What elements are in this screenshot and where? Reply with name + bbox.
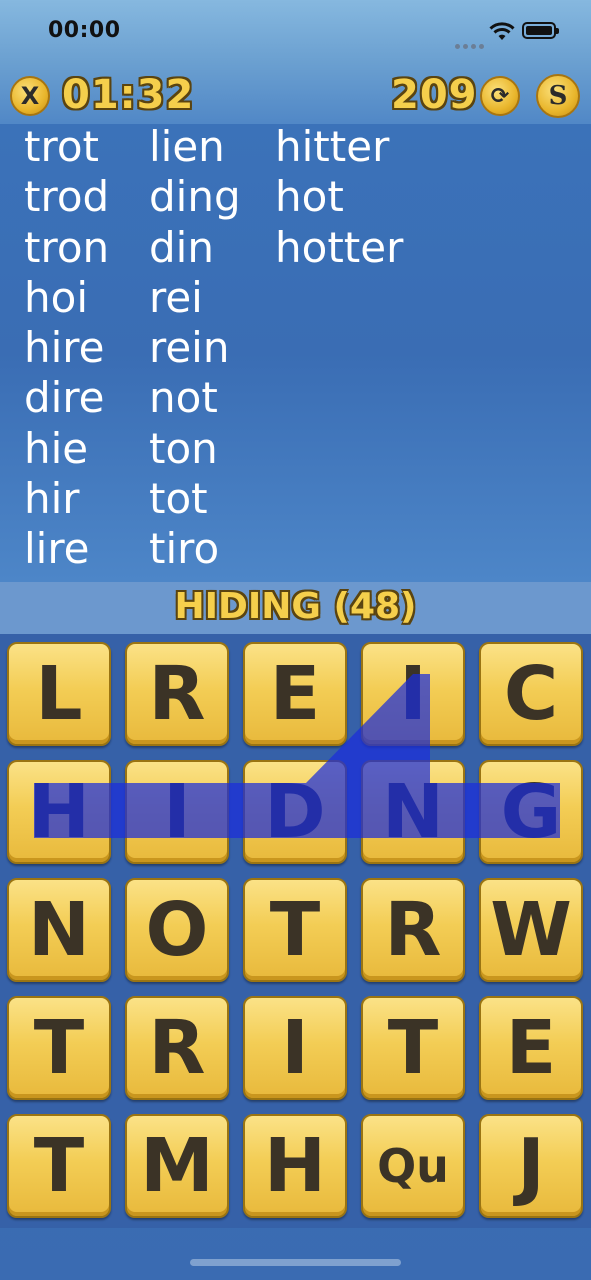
found-word: hot — [275, 172, 344, 222]
letter-tile[interactable]: T — [243, 878, 347, 982]
score: 209 — [391, 72, 478, 118]
found-word: rein — [149, 323, 230, 373]
letter-tile[interactable]: D — [243, 760, 347, 864]
letter-tile[interactable]: L — [7, 642, 111, 746]
letter-tile[interactable]: T — [7, 1114, 111, 1218]
letter-tile[interactable]: C — [479, 642, 583, 746]
found-word: ding — [149, 172, 241, 222]
found-word: hire — [24, 323, 105, 373]
game-hud: X 01:32 209 ⟳ S — [0, 68, 591, 124]
timer: 01:32 — [62, 72, 195, 118]
found-word: lien — [149, 122, 225, 171]
shuffle-icon: ⟳ — [490, 83, 510, 109]
letter-tile[interactable]: G — [479, 760, 583, 864]
shuffle-button[interactable]: ⟳ — [480, 76, 520, 116]
letter-tile[interactable]: R — [125, 996, 229, 1100]
found-word: lire — [24, 524, 90, 574]
letter-tile[interactable]: N — [361, 760, 465, 864]
letter-tile[interactable]: J — [479, 1114, 583, 1218]
status-bar: 00:00 — [0, 0, 591, 64]
letter-tile[interactable]: T — [7, 996, 111, 1100]
letter-tile[interactable]: I — [243, 996, 347, 1100]
letter-tile[interactable]: I — [125, 760, 229, 864]
found-word: hie — [24, 423, 89, 473]
letter-tile[interactable]: E — [479, 996, 583, 1100]
found-word: dire — [24, 373, 105, 423]
found-words-column-3: hitter hot hotter — [275, 122, 404, 275]
found-word: rei — [149, 272, 203, 322]
letter-tile[interactable]: H — [243, 1114, 347, 1218]
home-indicator — [190, 1259, 401, 1266]
letter-tile[interactable]: O — [125, 878, 229, 982]
found-word: tot — [149, 474, 208, 524]
letter-tile[interactable]: I — [361, 642, 465, 746]
letter-tile[interactable]: R — [361, 878, 465, 982]
found-word: tron — [24, 222, 110, 272]
letter-tile[interactable]: T — [361, 996, 465, 1100]
letter-tile[interactable]: N — [7, 878, 111, 982]
letter-tile[interactable]: R — [125, 642, 229, 746]
found-word: trod — [24, 172, 110, 222]
letter-tile[interactable]: H — [7, 760, 111, 864]
found-word: trot — [24, 122, 99, 171]
letter-tile[interactable]: Qu — [361, 1114, 465, 1218]
found-words-column-2: lien ding din rei rein not ton tot tiro — [149, 122, 241, 577]
found-word: hoi — [24, 272, 88, 322]
letter-tile[interactable]: E — [243, 642, 347, 746]
found-word: hir — [24, 474, 80, 524]
found-word: ton — [149, 423, 218, 473]
found-word: din — [149, 222, 214, 272]
found-word: not — [149, 373, 218, 423]
letter-tile[interactable]: M — [125, 1114, 229, 1218]
close-icon: X — [20, 82, 40, 110]
close-button[interactable]: X — [10, 76, 50, 116]
found-word: hotter — [275, 222, 404, 272]
current-word-bar: HIDING (48) — [0, 582, 591, 634]
coins-button[interactable]: S — [536, 74, 580, 118]
found-word: tiro — [149, 524, 220, 574]
wifi-icon — [489, 22, 515, 40]
found-words-column-1: trot trod tron hoi hire dire hie hir lir… — [24, 122, 110, 577]
status-time: 00:00 — [48, 18, 121, 43]
letter-board[interactable]: L R E I C H I D N G N O T R W T R I T E … — [0, 634, 591, 1228]
found-words-list: trot trod tron hoi hire dire hie hir lir… — [0, 122, 591, 582]
battery-icon — [522, 22, 559, 39]
found-word: hitter — [275, 122, 390, 171]
signal-icon — [455, 34, 487, 53]
coin-icon: S — [548, 81, 568, 111]
current-word: HIDING (48) — [174, 586, 417, 627]
letter-tile[interactable]: W — [479, 878, 583, 982]
